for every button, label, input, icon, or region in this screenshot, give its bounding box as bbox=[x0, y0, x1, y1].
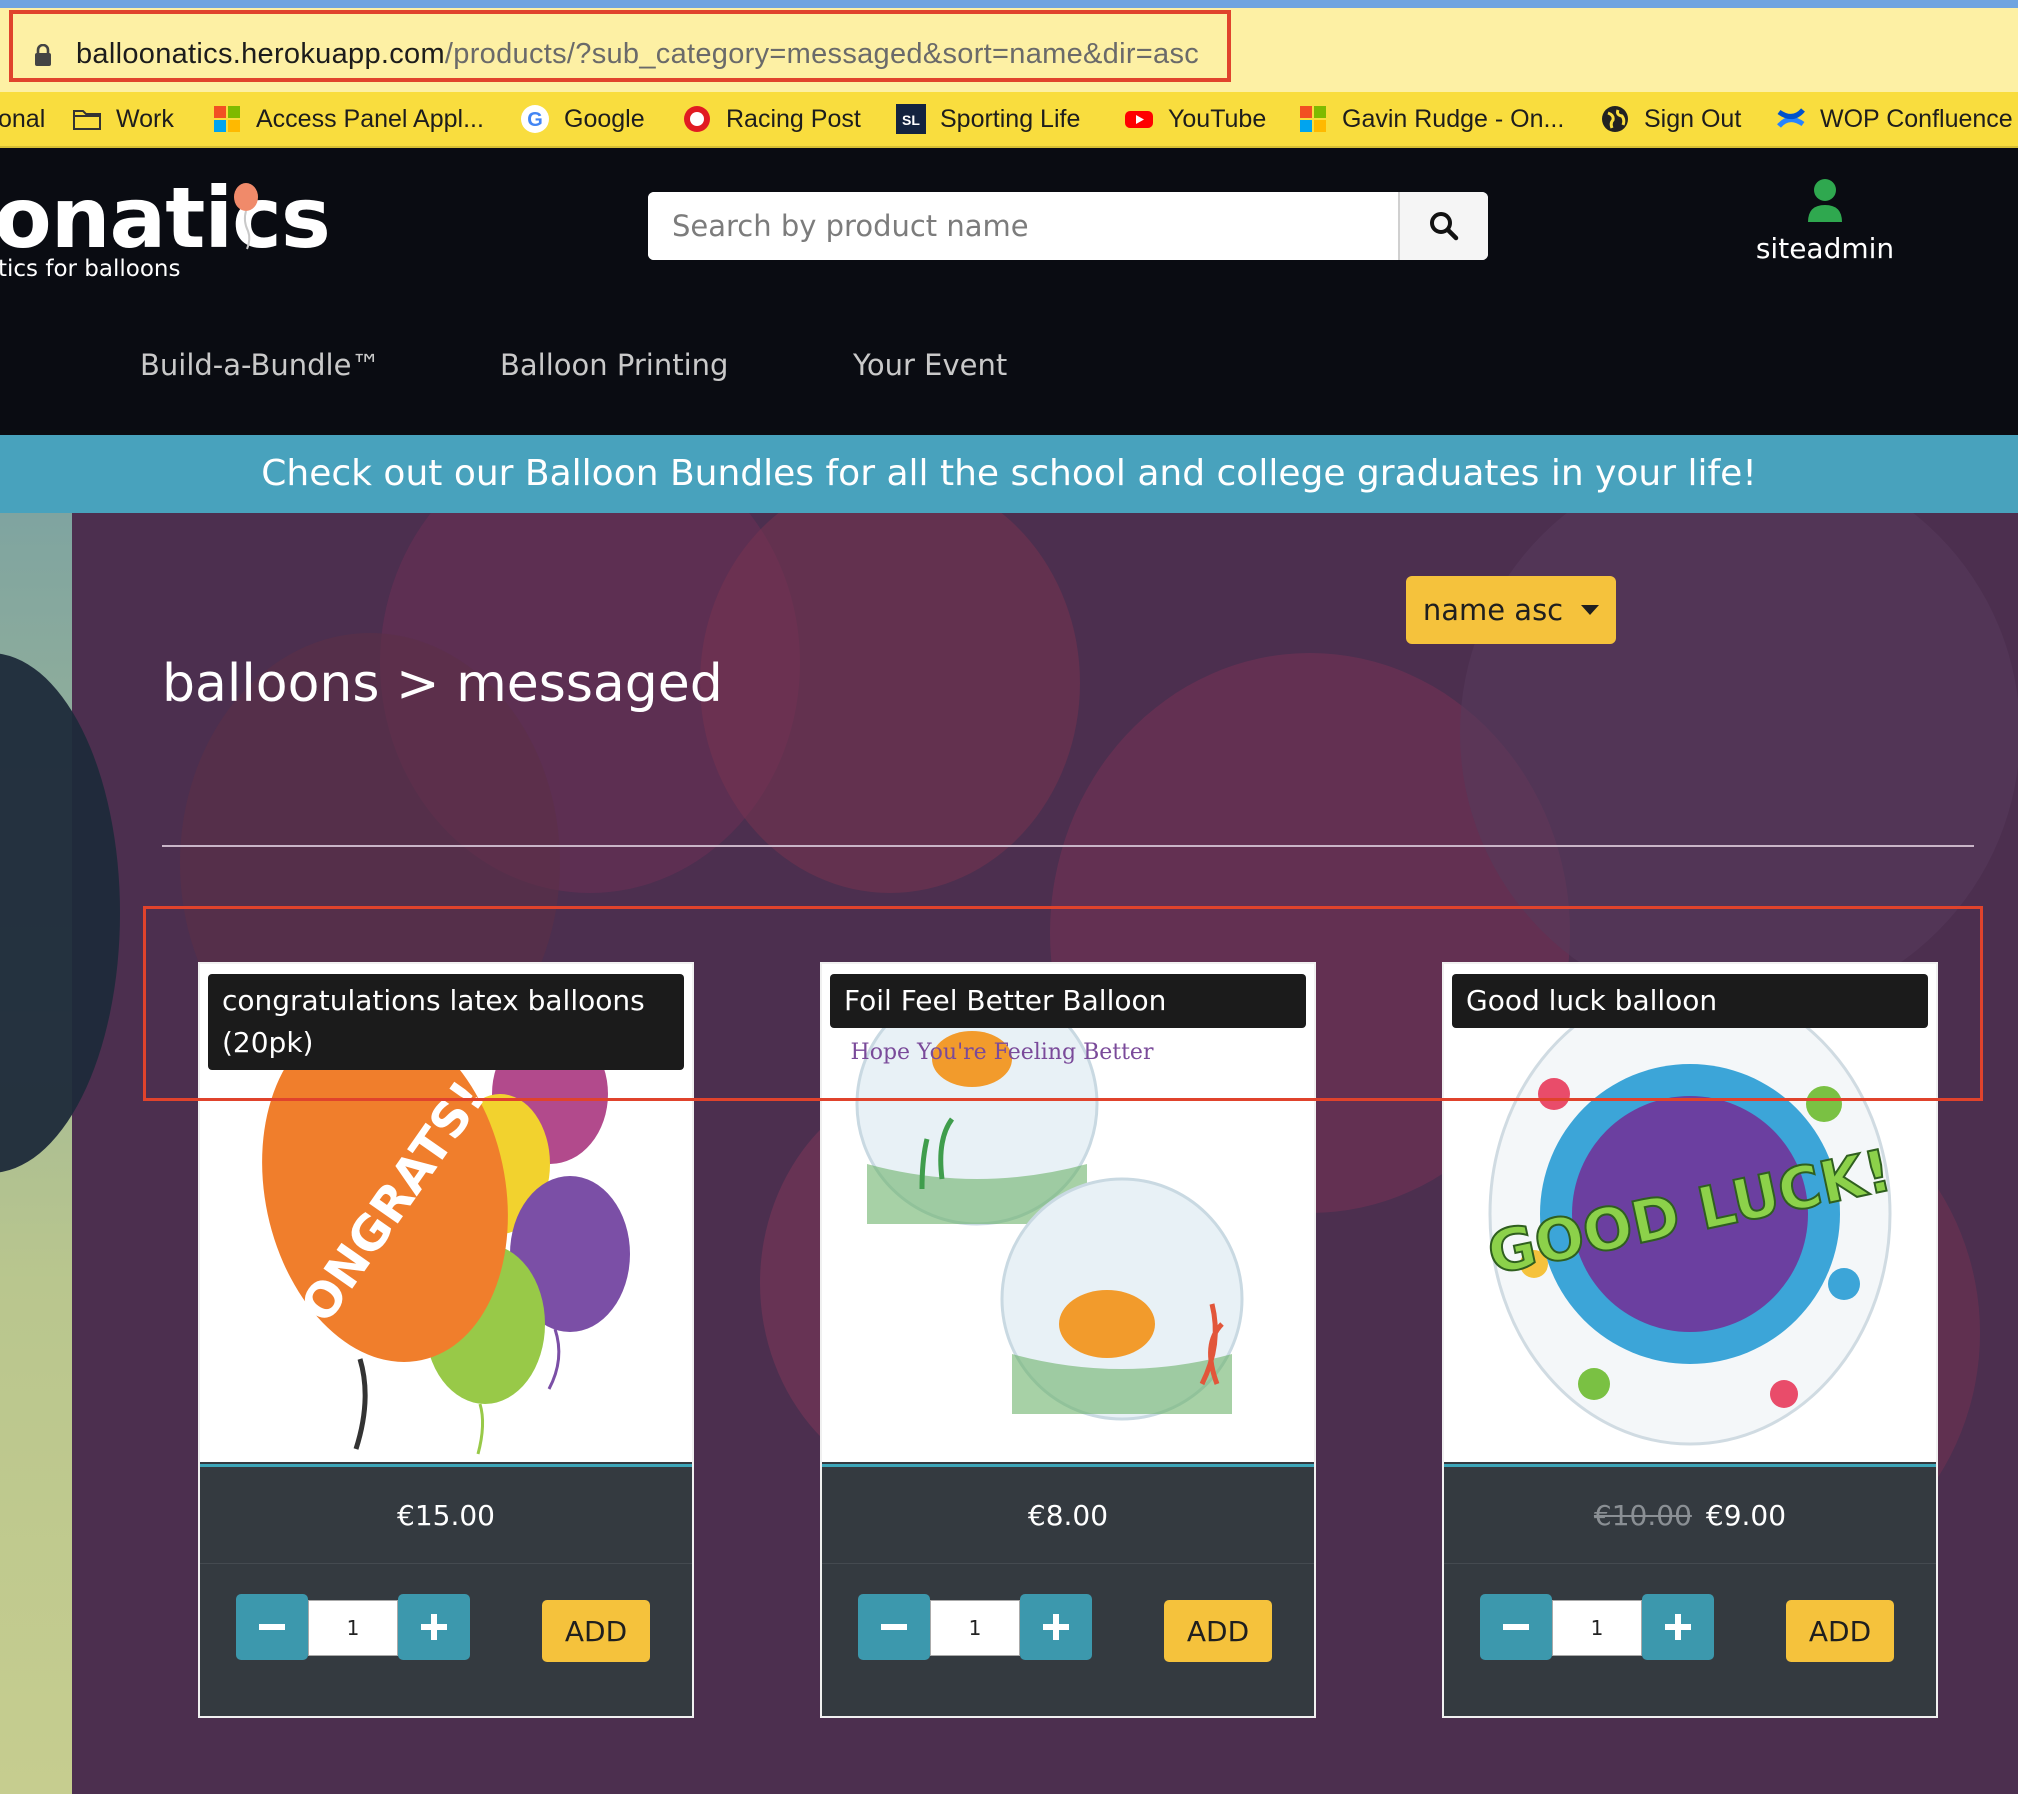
minus-icon bbox=[1503, 1624, 1529, 1630]
bookmark-access-panel[interactable]: Access Panel Appl... bbox=[212, 92, 484, 146]
search-button[interactable] bbox=[1398, 192, 1488, 260]
sort-dropdown[interactable]: name asc bbox=[1406, 576, 1616, 644]
price: €8.00 bbox=[1027, 1498, 1109, 1532]
bookmark-label: onal bbox=[0, 104, 46, 133]
plus-icon bbox=[1043, 1614, 1069, 1640]
bookmark-label: Sporting Life bbox=[940, 104, 1081, 133]
sort-label: name asc bbox=[1422, 593, 1564, 627]
minus-icon bbox=[259, 1624, 285, 1630]
product-image[interactable]: GOOD LUCK! bbox=[1444, 964, 1936, 1462]
good-luck-balloon-image: GOOD LUCK! bbox=[1444, 964, 1936, 1462]
nav-item-clipped[interactable]: › bbox=[0, 348, 2, 382]
product-card: Hope You're Feeling Better Foil Feel Bet… bbox=[820, 962, 1316, 1718]
bookmark-sporting-life[interactable]: SL Sporting Life bbox=[896, 92, 1080, 146]
bookmark-google[interactable]: G Google bbox=[520, 92, 645, 146]
quantity-input[interactable]: 1 bbox=[930, 1600, 1020, 1656]
youtube-icon bbox=[1125, 111, 1153, 128]
bookmark-youtube[interactable]: YouTube bbox=[1124, 92, 1266, 146]
page-title: balloons > messaged bbox=[162, 654, 723, 714]
main-nav: › Build-a-Bundle™ Balloon Printing Your … bbox=[0, 348, 2018, 408]
increment-button[interactable] bbox=[1642, 1594, 1714, 1660]
quantity-row: 1 ADD bbox=[200, 1588, 692, 1662]
bookmarks-bar: onal Work Access Panel Appl... G Google … bbox=[0, 92, 2018, 148]
racing-post-icon bbox=[684, 106, 710, 132]
bookmark-item[interactable]: onal bbox=[0, 92, 45, 146]
nav-build-a-bundle[interactable]: Build-a-Bundle™ bbox=[140, 348, 380, 382]
bookmark-sign-out[interactable]: Sign Out bbox=[1600, 92, 1741, 146]
decrement-button[interactable] bbox=[1480, 1594, 1552, 1660]
confluence-icon bbox=[1777, 108, 1805, 128]
site-header: onatics tics for balloons siteadmin › Bu… bbox=[0, 148, 2018, 435]
bookmark-label: Google bbox=[564, 104, 645, 133]
bookmark-label: Gavin Rudge - On... bbox=[1342, 104, 1565, 133]
quantity-row: 1 ADD bbox=[1444, 1588, 1936, 1662]
balloon-logo-icon bbox=[234, 183, 258, 250]
search-icon bbox=[1430, 212, 1459, 241]
divider bbox=[162, 845, 1974, 847]
background-balloon bbox=[700, 513, 1080, 893]
user-icon bbox=[1808, 179, 1842, 222]
bookmark-label: Work bbox=[116, 104, 174, 133]
minus-icon bbox=[881, 1624, 907, 1630]
product-card: CONGRATS! congratulations latex balloons… bbox=[198, 962, 694, 1718]
site-tagline: tics for balloons bbox=[0, 256, 181, 282]
sporting-life-icon: SL bbox=[896, 104, 926, 134]
decrement-button[interactable] bbox=[236, 1594, 308, 1660]
price: €15.00 bbox=[397, 1498, 495, 1532]
caret-down-icon bbox=[1581, 605, 1600, 615]
promo-banner[interactable]: Check out our Balloon Bundles for all th… bbox=[0, 435, 2018, 513]
price-row: €8.00 bbox=[822, 1464, 1314, 1564]
increment-button[interactable] bbox=[1020, 1594, 1092, 1660]
plus-icon bbox=[421, 1614, 447, 1640]
microsoft-icon bbox=[214, 106, 240, 132]
bookmark-wop-confluence[interactable]: WOP Confluence bbox=[1776, 92, 2013, 146]
google-icon: G bbox=[521, 105, 549, 133]
site-logo[interactable]: onatics bbox=[0, 168, 331, 268]
product-card: GOOD LUCK! Good luck balloon €10.00 €9.0… bbox=[1442, 962, 1938, 1718]
increment-button[interactable] bbox=[398, 1594, 470, 1660]
product-title[interactable]: congratulations latex balloons (20pk) bbox=[208, 974, 684, 1070]
quantity-row: 1 ADD bbox=[822, 1588, 1314, 1662]
add-to-bag-button[interactable]: ADD bbox=[542, 1600, 650, 1662]
folder-icon bbox=[73, 110, 101, 130]
bookmark-work[interactable]: Work bbox=[72, 92, 174, 146]
image-text: Hope You're Feeling Better bbox=[851, 1040, 1154, 1065]
account-menu[interactable]: siteadmin bbox=[1740, 178, 1910, 265]
quantity-input[interactable]: 1 bbox=[1552, 1600, 1642, 1656]
user-name: siteadmin bbox=[1755, 232, 1895, 265]
original-price: €10.00 bbox=[1593, 1498, 1692, 1532]
bookmark-label: Access Panel Appl... bbox=[256, 104, 484, 133]
add-to-bag-button[interactable]: ADD bbox=[1164, 1600, 1272, 1662]
search-bar bbox=[648, 192, 1488, 260]
plus-icon bbox=[1665, 1614, 1691, 1640]
quantity-input[interactable]: 1 bbox=[308, 1600, 398, 1656]
sale-price: €9.00 bbox=[1705, 1498, 1787, 1532]
bookmark-label: Racing Post bbox=[726, 104, 861, 133]
bookmark-label: WOP Confluence bbox=[1820, 104, 2013, 133]
add-to-bag-button[interactable]: ADD bbox=[1786, 1600, 1894, 1662]
search-input[interactable] bbox=[648, 192, 1398, 260]
nav-balloon-printing[interactable]: Balloon Printing bbox=[500, 348, 728, 382]
decrement-button[interactable] bbox=[858, 1594, 930, 1660]
product-title[interactable]: Foil Feel Better Balloon bbox=[830, 974, 1306, 1028]
price-row: €15.00 bbox=[200, 1464, 692, 1564]
bookmark-racing-post[interactable]: Racing Post bbox=[682, 92, 861, 146]
price-row: €10.00 €9.00 bbox=[1444, 1464, 1936, 1564]
url-annotation-box bbox=[9, 10, 1231, 82]
nav-your-event[interactable]: Your Event bbox=[853, 348, 1007, 382]
svg-text:SL: SL bbox=[902, 112, 920, 128]
product-image[interactable]: Hope You're Feeling Better bbox=[822, 964, 1314, 1462]
bookmark-label: YouTube bbox=[1168, 104, 1267, 133]
product-title[interactable]: Good luck balloon bbox=[1452, 974, 1928, 1028]
bookmark-gavin-rudge[interactable]: Gavin Rudge - On... bbox=[1298, 92, 1564, 146]
microsoft-icon bbox=[1300, 106, 1326, 132]
svg-text:G: G bbox=[527, 109, 543, 131]
background-balloon bbox=[0, 653, 120, 1173]
feel-better-balloon-image: Hope You're Feeling Better bbox=[822, 964, 1314, 1462]
window-top-strip bbox=[0, 0, 2018, 8]
bookmark-label: Sign Out bbox=[1644, 104, 1742, 133]
globe-icon bbox=[1602, 106, 1628, 132]
